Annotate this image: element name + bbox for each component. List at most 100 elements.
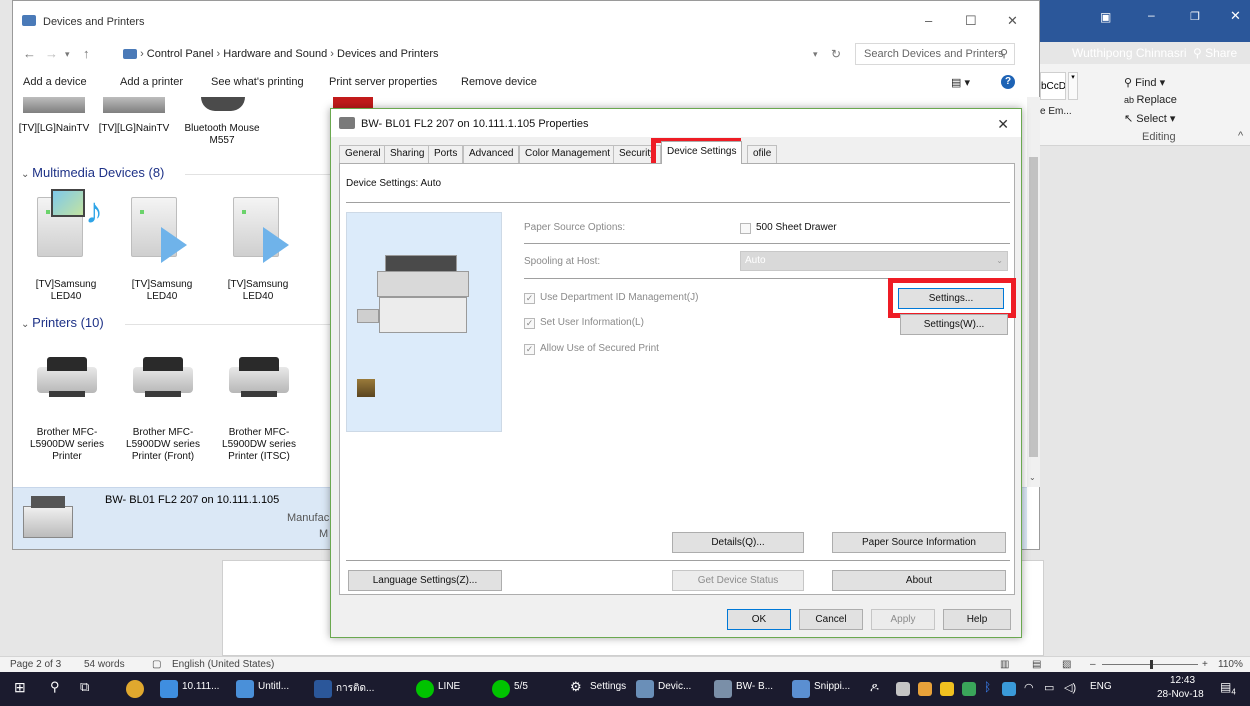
zoom-slider-thumb[interactable] [1150,660,1153,669]
tab-profile[interactable]: ofile [747,145,778,163]
input-language[interactable]: ENG [1090,681,1112,692]
device-label[interactable]: [TV]Samsung LED40 [27,279,105,303]
search-icon[interactable]: ⚲ [50,679,60,695]
people-icon[interactable]: ዶ [870,680,879,695]
tray-app-icon[interactable] [918,682,932,696]
mouse-device-icon[interactable] [201,97,245,111]
see-whats-printing-button[interactable]: See what's printing [211,76,304,88]
help-icon[interactable]: ? [1001,75,1015,89]
search-input[interactable]: Search Devices and Printers ⚲ [855,43,1015,65]
taskbar-item[interactable]: การติด... [336,681,374,696]
taskbar-item[interactable]: 10.111... [182,681,219,692]
tab-color-management[interactable]: Color Management [519,145,617,163]
word-count[interactable]: 54 words [84,659,125,670]
tab-general[interactable]: General [339,145,387,163]
add-device-button[interactable]: Add a device [23,76,87,88]
word-user-name[interactable]: Wutthipong Chinnasri [1072,46,1187,60]
zoom-out-icon[interactable]: – [1090,659,1096,670]
tab-ports[interactable]: Ports [428,145,464,163]
get-device-status-button[interactable]: Get Device Status [672,570,804,591]
secured-print-checkbox[interactable]: ✓ [524,344,535,355]
devices-app-icon[interactable] [636,680,654,698]
details-button[interactable]: Details(Q)... [672,532,804,553]
settings-gear-icon[interactable]: ⚙ [570,679,582,695]
read-mode-icon[interactable]: ▥ [1000,659,1009,670]
word-icon[interactable] [314,680,332,698]
clock-date[interactable]: 28-Nov-18 [1157,689,1204,700]
remove-device-button[interactable]: Remove device [461,76,537,88]
action-center-icon[interactable]: ▤4 [1220,680,1236,696]
minimize-icon[interactable]: – [925,13,932,28]
device-label[interactable]: [TV]Samsung LED40 [123,279,201,303]
sheet-drawer-checkbox[interactable] [740,223,751,234]
find-button[interactable]: ⚲ Find ▾ [1124,76,1165,89]
clock-time[interactable]: 12:43 [1170,675,1195,686]
user-info-checkbox[interactable]: ✓ [524,318,535,329]
language-status[interactable]: English (United States) [172,659,274,670]
printer-icon[interactable] [133,355,193,399]
device-label[interactable]: Bluetooth Mouse M557 [183,123,261,147]
taskbar-item[interactable]: Devic... [658,681,691,692]
tray-app-icon[interactable] [1002,682,1016,696]
word-restore-icon[interactable]: ▣ [1100,10,1111,24]
help-button[interactable]: Help [943,609,1011,630]
tab-advanced[interactable]: Advanced [463,145,520,163]
style-emphasis[interactable]: e Em... [1040,106,1072,117]
word-minimize-icon[interactable]: – [1148,8,1155,22]
tray-app-icon[interactable] [896,682,910,696]
task-view-icon[interactable]: ⧉ [80,679,89,695]
tray-app-icon[interactable] [940,682,954,696]
tray-app-icon[interactable] [962,682,976,696]
printer-label[interactable]: Brother MFC-L5900DW series Printer (ITSC… [217,427,301,463]
paper-source-info-button[interactable]: Paper Source Information [832,532,1006,553]
language-settings-button[interactable]: Language Settings(Z)... [348,570,502,591]
taskbar-item[interactable]: Untitl... [258,681,289,692]
tab-device-settings[interactable]: Device Settings [661,141,743,164]
wifi-icon[interactable]: ◠ [1024,681,1034,694]
maximize-icon[interactable]: ☐ [965,13,977,29]
proofing-icon[interactable]: ▢ [152,659,161,670]
address-dropdown-icon[interactable]: ▾ [813,49,818,60]
zoom-in-icon[interactable]: + [1202,659,1208,670]
printer-app-icon[interactable] [714,680,732,698]
collapse-ribbon-icon[interactable]: ^ [1238,130,1243,142]
view-options-icon[interactable]: ▤ ▾ [951,76,970,89]
scrollbar-thumb[interactable] [1029,157,1038,457]
print-server-properties-button[interactable]: Print server properties [329,76,437,88]
printer-icon[interactable] [229,355,289,399]
start-windows-icon[interactable]: ⊞ [14,679,26,696]
select-button[interactable]: ↖ Select ▾ [1124,112,1175,125]
address-breadcrumb[interactable]: › Control Panel › Hardware and Sound › D… [123,43,853,65]
about-button[interactable]: About [832,570,1006,591]
ok-button[interactable]: OK [727,609,791,630]
volume-icon[interactable]: ◁) [1064,681,1076,694]
word-close-icon[interactable]: ✕ [1230,8,1241,24]
line-chat-icon[interactable] [492,680,510,698]
tv-device-icon[interactable] [23,97,85,113]
back-arrow-icon[interactable]: ← [23,46,36,61]
cancel-button[interactable]: Cancel [799,609,863,630]
breadcrumb-devices-printers[interactable]: Devices and Printers [337,48,439,60]
close-icon[interactable]: ✕ [1007,13,1018,29]
settings-w-button[interactable]: Settings(W)... [900,314,1008,335]
replace-button[interactable]: ab Replace [1124,94,1177,106]
device-label[interactable]: [TV][LG]NainTV [17,123,91,135]
printers-section-header[interactable]: ⌄ Printers (10) [21,315,104,330]
word-share-button[interactable]: ⚲ Share [1193,46,1237,60]
paint-icon[interactable] [236,680,254,698]
chrome-icon[interactable] [126,680,144,698]
tab-sharing[interactable]: Sharing [384,145,431,163]
print-layout-icon[interactable]: ▤ [1032,659,1041,670]
apply-button[interactable]: Apply [871,609,935,630]
snipping-tool-icon[interactable] [792,680,810,698]
breadcrumb-hardware-sound[interactable]: Hardware and Sound [223,48,327,60]
printer-label[interactable]: Brother MFC-L5900DW series Printer (Fron… [121,427,205,463]
up-arrow-icon[interactable]: ↑ [83,46,90,61]
recent-chevron-icon[interactable]: ▾ [65,49,70,60]
breadcrumb-control-panel[interactable]: Control Panel [147,48,214,60]
line-icon[interactable] [416,680,434,698]
bluetooth-icon[interactable]: ᛒ [984,680,991,694]
zoom-level[interactable]: 110% [1218,659,1243,670]
taskbar-item[interactable]: BW- B... [736,681,773,692]
taskbar-item[interactable]: LINE [438,681,460,692]
